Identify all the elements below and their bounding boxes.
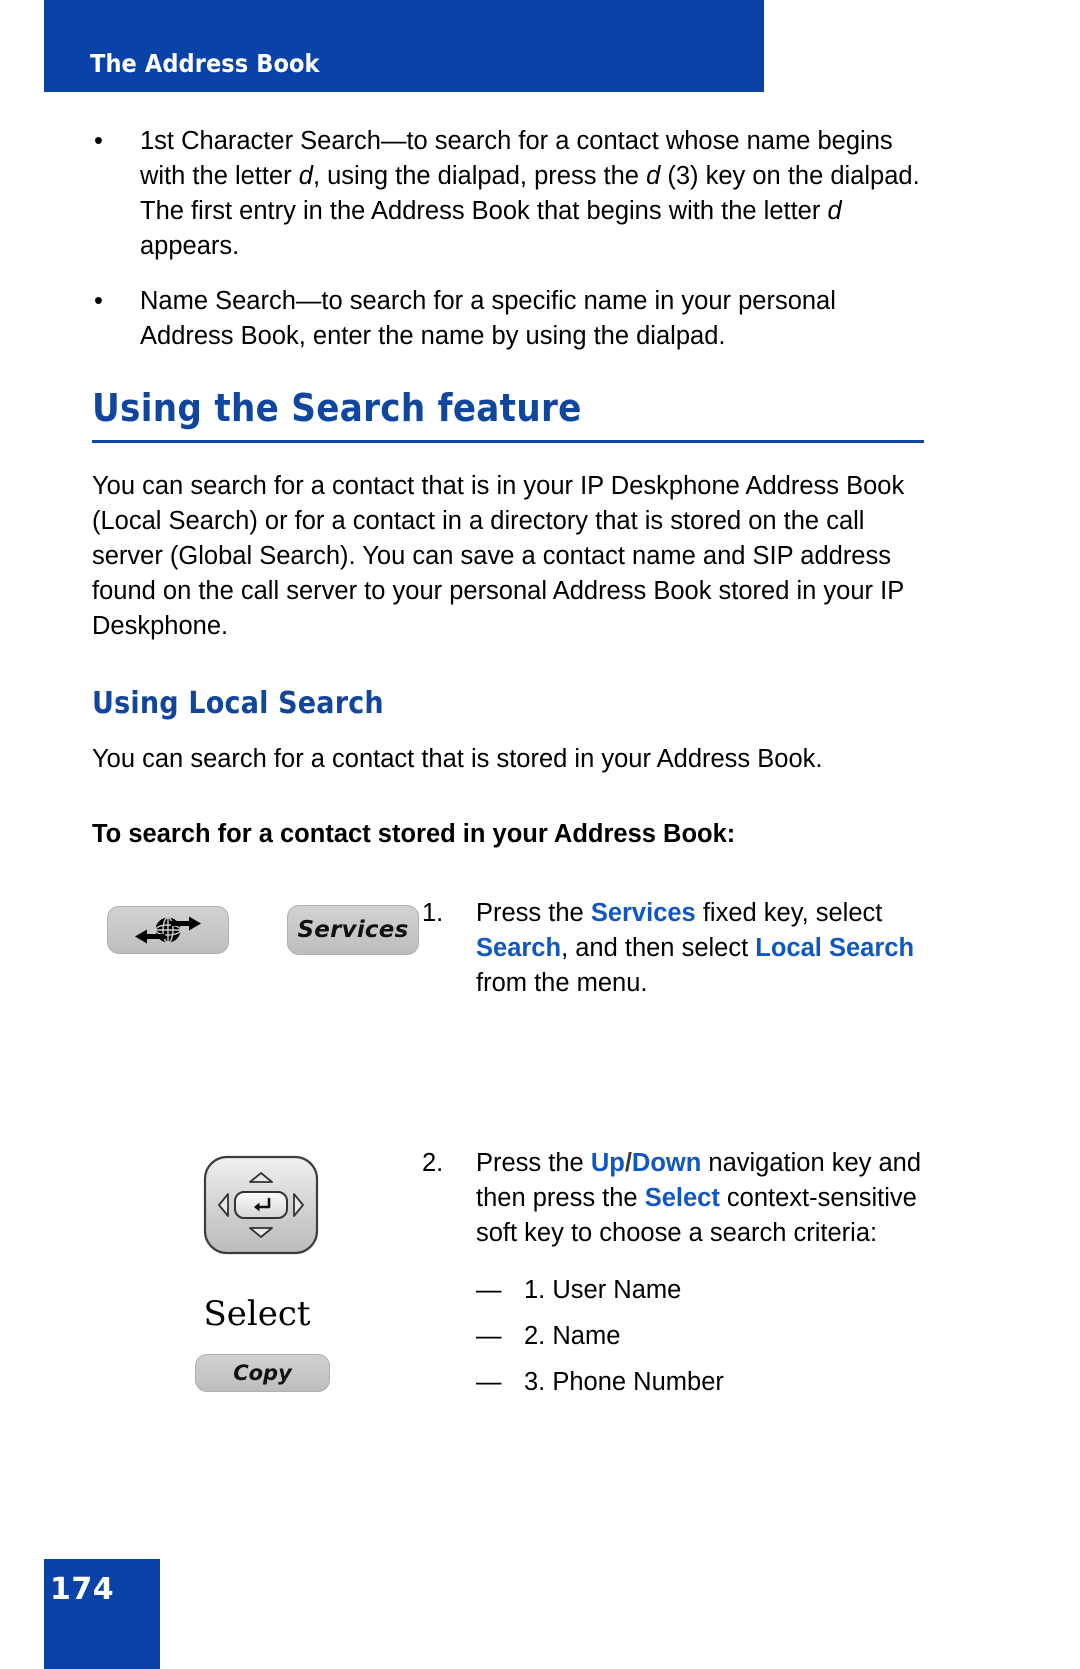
keyword-search: Search xyxy=(476,934,562,962)
step-seg: , and then select xyxy=(561,934,756,962)
step-seg: Press the xyxy=(476,1149,591,1177)
navigation-key-icon xyxy=(203,1155,319,1255)
procedure-step-2: Select Copy 2. Press the Up/Down navigat… xyxy=(92,1146,924,1446)
step-2-text: 2. Press the Up/Down navigation key and … xyxy=(422,1146,924,1405)
bullet-text: Name Search—to search for a specific nam… xyxy=(140,287,836,350)
bullet-emphasis-d2: d xyxy=(646,162,661,190)
list-item: — 1. User Name xyxy=(476,1267,924,1313)
criteria-label: 3. Phone Number xyxy=(524,1368,724,1396)
step-2-number: 2. xyxy=(422,1149,444,1177)
dash-marker: — xyxy=(476,1276,502,1304)
dash-marker: — xyxy=(476,1368,502,1396)
navigation-cluster-key[interactable] xyxy=(202,1154,320,1256)
copy-key-label: Copy xyxy=(233,1361,292,1385)
keyword-services: Services xyxy=(590,899,696,927)
step-1-number: 1. xyxy=(422,899,444,927)
subsection-heading: Using Local Search xyxy=(92,686,384,721)
section-paragraph: You can search for a contact that is in … xyxy=(92,472,905,640)
list-item: — 2. Name xyxy=(476,1313,924,1359)
list-item: • Name Search—to search for a specific na… xyxy=(92,284,924,354)
intro-bullet-list: • 1st Character Search—to search for a co… xyxy=(92,124,924,354)
page-content: • 1st Character Search—to search for a co… xyxy=(92,124,924,1446)
globe-arrows-icon xyxy=(135,916,201,944)
step-1-text: 1. Press the Services fixed key, select … xyxy=(422,896,924,1001)
keyword-down: Down xyxy=(631,1149,702,1177)
page-header-banner: The Address Book xyxy=(44,0,764,92)
bullet-marker: • xyxy=(94,127,103,155)
keyword-local-search: Local Search xyxy=(755,934,915,962)
criteria-label: 2. Name xyxy=(524,1322,621,1350)
dash-marker: — xyxy=(476,1322,502,1350)
bullet-text-post: appears. xyxy=(140,232,240,260)
bullet-marker: • xyxy=(94,287,103,315)
select-soft-key-label: Select xyxy=(203,1294,311,1334)
search-criteria-list: — 1. User Name — 2. Name — 3. Phone Number xyxy=(476,1267,924,1405)
subsection-paragraph: You can search for a contact that is sto… xyxy=(92,745,823,773)
heading-underline-rule xyxy=(92,440,924,443)
step-seg: Press the xyxy=(476,899,591,927)
page-number: 174 xyxy=(50,1572,115,1607)
procedure-step-1: Services 1. Press the Services fixed key… xyxy=(92,896,924,1066)
globe-services-fixed-key[interactable] xyxy=(107,906,229,954)
section-heading: Using the Search feature xyxy=(92,386,582,430)
bullet-emphasis-d1: d xyxy=(298,162,313,190)
criteria-label: 1. User Name xyxy=(524,1276,682,1304)
list-item: — 3. Phone Number xyxy=(476,1359,924,1405)
step-1-artwork: Services xyxy=(92,896,422,986)
keyword-up: Up xyxy=(590,1149,625,1177)
list-item: • 1st Character Search—to search for a co… xyxy=(92,124,924,264)
step-1-body: Press the Services fixed key, select Sea… xyxy=(424,896,924,1001)
bullet-emphasis-d3: d xyxy=(827,197,842,225)
copy-soft-key[interactable]: Copy xyxy=(195,1354,330,1392)
step-seg: fixed key, select xyxy=(695,899,883,927)
keyword-select: Select xyxy=(644,1184,720,1212)
procedure-lead-in: To search for a contact stored in your A… xyxy=(92,820,736,848)
step-2-body: Press the Up/Down navigation key and the… xyxy=(424,1146,924,1405)
procedure-steps: Services 1. Press the Services fixed key… xyxy=(92,896,924,1446)
page-header-title: The Address Book xyxy=(90,49,320,78)
step-seg: from the menu. xyxy=(476,969,648,997)
services-key-label: Services xyxy=(297,917,409,943)
keyword-separator: / xyxy=(624,1149,632,1177)
services-fixed-key[interactable]: Services xyxy=(287,905,419,955)
step-2-artwork: Select Copy xyxy=(92,1146,422,1446)
bullet-text-mid1: , using the dialpad, press the xyxy=(312,162,647,190)
